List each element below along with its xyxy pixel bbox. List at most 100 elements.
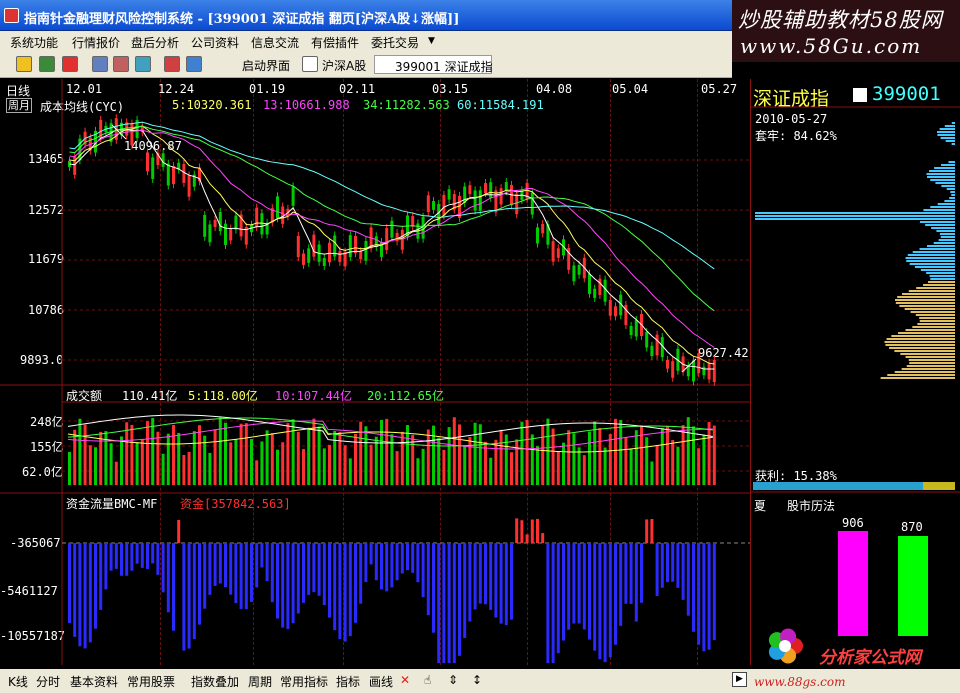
favorites-tab[interactable]: 常用股票 [127, 673, 175, 690]
candle-body [629, 325, 633, 335]
moneyflow-bar [692, 543, 695, 632]
moneyflow-bar [390, 543, 394, 588]
volume-bar [224, 422, 227, 485]
draw-line-button[interactable]: 画线 [369, 673, 393, 690]
volume-bar [593, 421, 597, 485]
moneyflow-bar [348, 543, 352, 637]
moneyflow-bar [447, 543, 451, 663]
chip-bar [897, 296, 955, 298]
chip-bar [946, 188, 955, 190]
volume-bar [260, 441, 264, 485]
volume-bar [541, 425, 545, 485]
market-button[interactable]: 沪深A股 [318, 55, 370, 74]
volume-bar [416, 458, 420, 485]
candle-body [359, 251, 363, 260]
candle-body [328, 242, 331, 263]
volume-bar [328, 444, 331, 485]
volume-bar [666, 426, 669, 485]
volume-bar [640, 425, 643, 485]
moneyflow-bar [437, 543, 441, 663]
moneyflow-bar [192, 543, 196, 640]
candle-body [322, 258, 326, 266]
moneyflow-bar [556, 543, 560, 654]
grid-icon[interactable] [39, 56, 55, 72]
moneyflow-bar [73, 543, 77, 637]
menu-item-system[interactable]: 系统功能 [10, 34, 58, 51]
volume-bar [676, 446, 680, 485]
moneyflow-bar [317, 543, 321, 596]
hand-icon[interactable]: ☝ [424, 673, 431, 687]
chart-area[interactable]: 日线 周月 12.01 12.24 01.19 02.11 03.15 04.0… [0, 79, 750, 665]
moneyflow-bar [94, 543, 97, 629]
help-icon[interactable] [62, 56, 78, 72]
chip-bar [939, 128, 955, 130]
volume-bar [562, 442, 565, 485]
chart-canvas[interactable] [0, 79, 750, 665]
start-page-button[interactable]: 启动界面 [238, 55, 294, 74]
chip-bar [931, 227, 955, 229]
volume-bar [166, 433, 170, 485]
volume-bar [146, 421, 149, 485]
moneyflow-bar [510, 543, 513, 620]
indicator-button[interactable]: 指标 [336, 673, 360, 690]
chip-bar [920, 269, 955, 271]
chip-bar [900, 353, 955, 355]
chart-icon[interactable] [113, 56, 129, 72]
volume-bar [161, 453, 165, 485]
chip-bar [919, 248, 955, 250]
volume-bar [650, 461, 654, 485]
timeshare-tab[interactable]: 分时 [36, 673, 60, 690]
close-icon[interactable]: ✕ [400, 673, 410, 687]
period-button[interactable]: 周期 [248, 673, 272, 690]
common-indicators-button[interactable]: 常用指标 [280, 673, 328, 690]
kline-tab[interactable]: K线 [8, 673, 28, 690]
volume-bar [468, 437, 472, 485]
calendar-bar [838, 531, 868, 636]
chip-bar [944, 125, 955, 127]
chip-bar [880, 377, 955, 379]
tool-icon[interactable]: ↕ [472, 673, 482, 687]
chip-bar [909, 362, 955, 364]
report-icon[interactable] [135, 56, 151, 72]
candle-body [468, 185, 472, 195]
scroll-right-icon[interactable]: ▶ [732, 672, 747, 687]
candle-body [697, 353, 701, 374]
moneyflow-bar [203, 543, 207, 609]
moneyflow-bar [468, 543, 472, 622]
volume-bar [707, 422, 711, 485]
star-icon[interactable] [16, 56, 32, 72]
menu-item-info[interactable]: 信息交流 [251, 34, 299, 51]
moneyflow-bar [562, 543, 565, 641]
monitor-icon[interactable] [186, 56, 202, 72]
volume-bar [520, 421, 524, 485]
volume-bar [426, 429, 430, 485]
fundamentals-tab[interactable]: 基本资料 [70, 673, 118, 690]
candle-body [302, 253, 305, 265]
list-icon[interactable] [92, 56, 108, 72]
volume-bar [286, 423, 290, 485]
moneyflow-bar [598, 543, 602, 660]
menu-item-plugins[interactable]: 有偿插件 [311, 34, 359, 51]
moneyflow-bar [224, 543, 227, 588]
current-stock-button[interactable]: 399001 深证成指 [374, 55, 493, 74]
move-icon[interactable]: ⇕ [448, 673, 458, 687]
moneyflow-bar [650, 518, 654, 543]
watermark-title: 炒股辅助教材58股网 [738, 8, 943, 32]
index-overlay-button[interactable]: 指数叠加 [191, 673, 239, 690]
menu-item-trade[interactable]: 委托交易 [371, 34, 419, 51]
moneyflow-bar [161, 543, 165, 593]
volume-bar [702, 434, 706, 485]
menu-item-quotes[interactable]: 行情报价 [72, 34, 120, 51]
moneyflow-bar [530, 519, 534, 543]
candle-body [364, 241, 368, 261]
moneyflow-bar [426, 543, 430, 616]
alert-icon[interactable] [164, 56, 180, 72]
menu-dropdown-icon[interactable]: ▼ [428, 36, 435, 46]
watermark-banner: 炒股辅助教材58股网 www.58Gu.com [732, 0, 960, 62]
volume-bar [99, 431, 103, 485]
moneyflow-bar [484, 543, 487, 605]
chip-bar [938, 239, 955, 241]
volume-bar [681, 425, 685, 485]
menu-item-analysis[interactable]: 盘后分析 [131, 34, 179, 51]
menu-item-company[interactable]: 公司资料 [191, 34, 239, 51]
